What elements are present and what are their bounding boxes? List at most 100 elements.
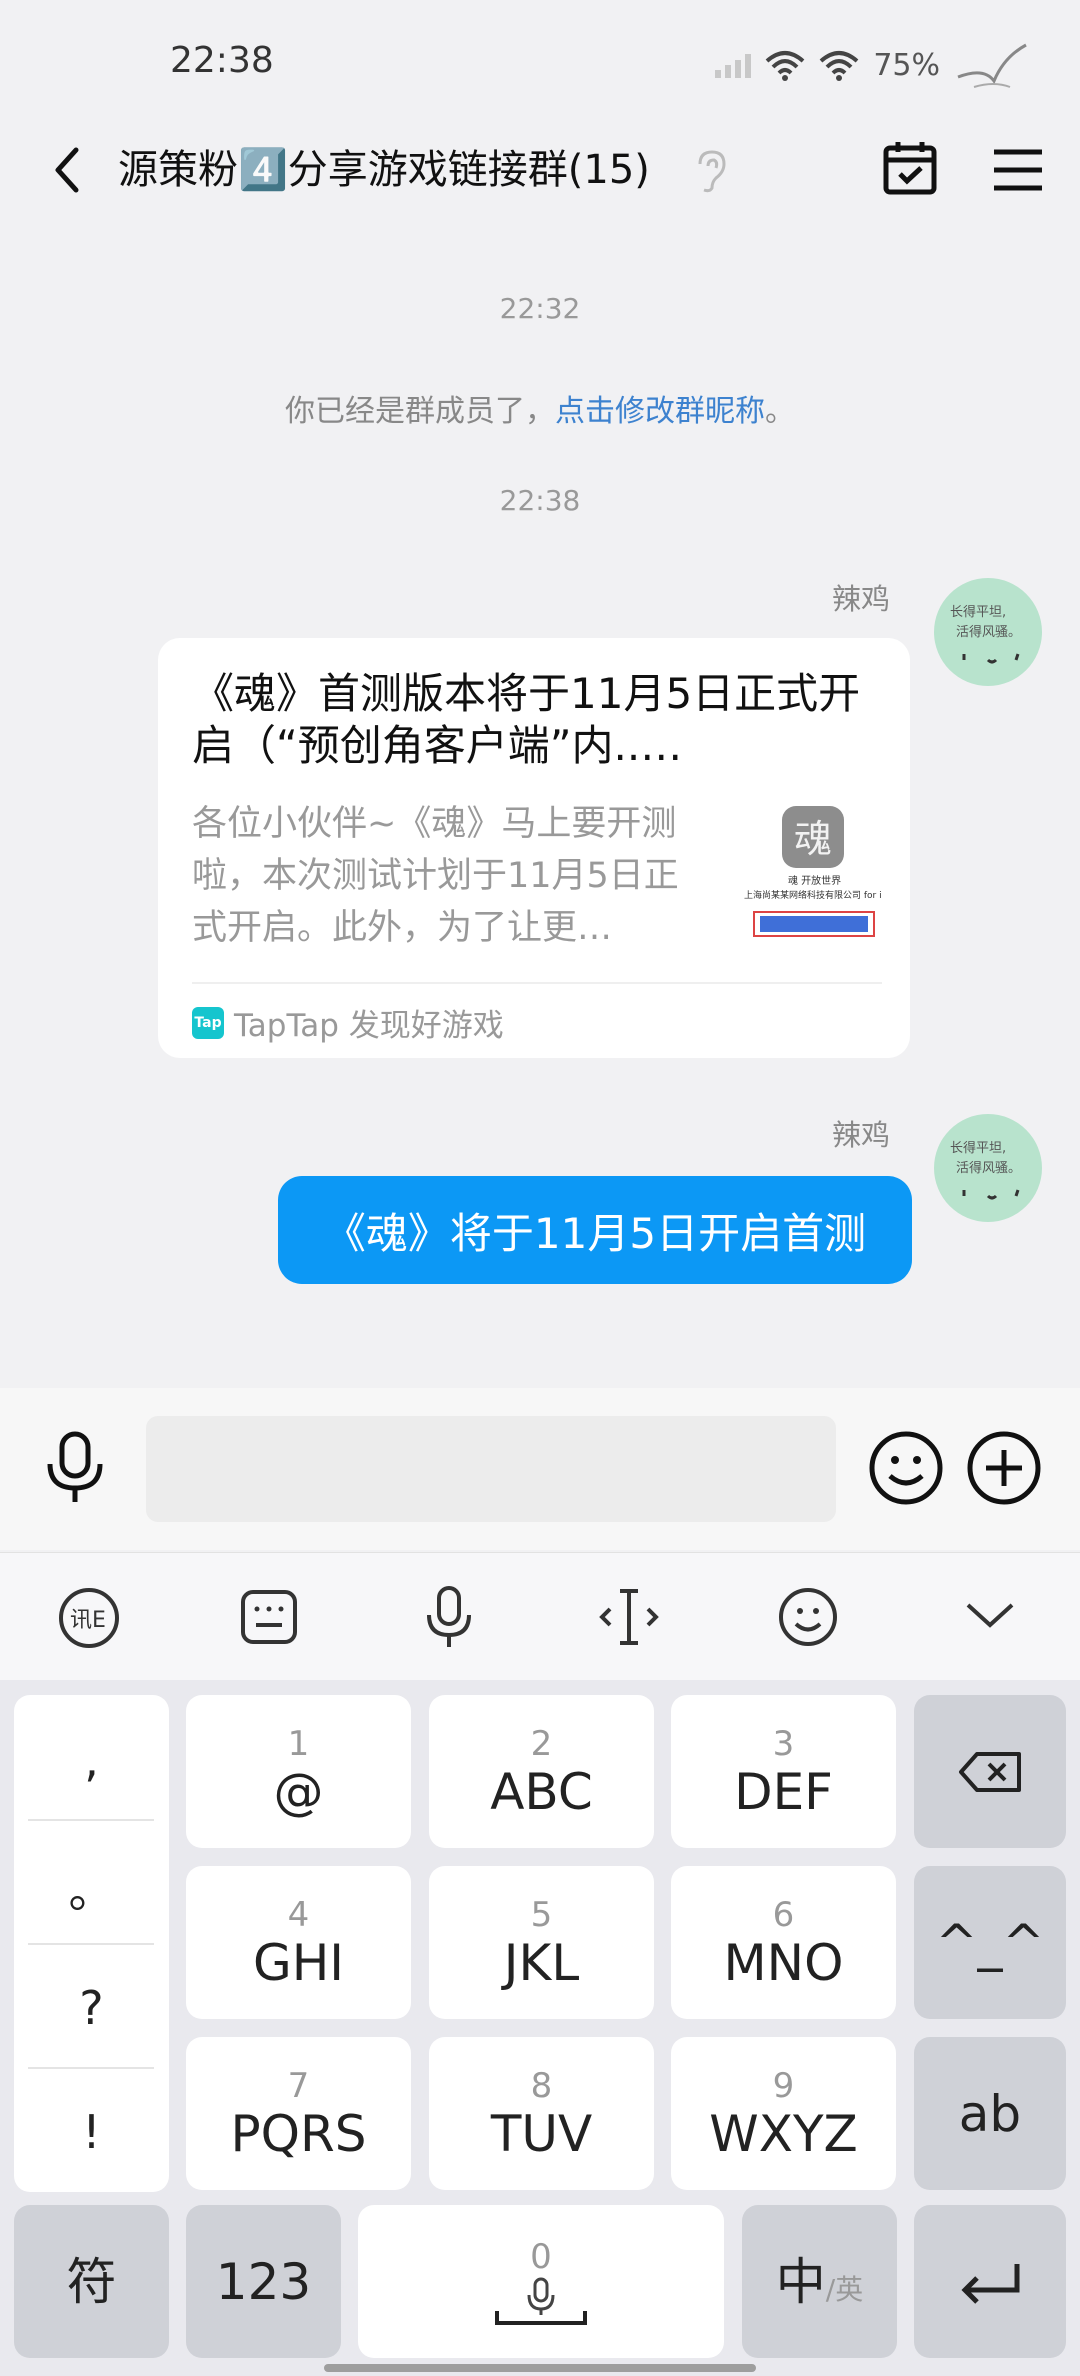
key-number: 1 bbox=[287, 1723, 310, 1764]
wifi-icon bbox=[765, 51, 805, 81]
emoticon-key[interactable]: ^_^ bbox=[914, 1866, 1066, 2019]
key-number: 2 bbox=[530, 1723, 553, 1764]
keyboard-icon[interactable] bbox=[240, 1589, 298, 1645]
key-number: 8 bbox=[530, 2065, 553, 2106]
punct-key[interactable]: ? bbox=[14, 1981, 169, 2035]
enter-key[interactable] bbox=[914, 2205, 1066, 2358]
microphone-icon[interactable] bbox=[44, 1430, 106, 1506]
emoji-icon[interactable] bbox=[778, 1587, 838, 1647]
punctuation-column[interactable]: , 。 ? ! bbox=[14, 1695, 169, 2192]
avatar[interactable]: 长得平坦, 活得风骚。 bbox=[934, 578, 1042, 686]
system-message-text: 你已经是群成员了， bbox=[285, 394, 555, 429]
svg-text:魂: 魂 bbox=[794, 817, 832, 861]
status-time: 22:38 bbox=[170, 40, 274, 81]
card-description: 各位小伙伴~《魂》马上要开测啦，本次测试计划于11月5日正式开启。此外，为了让更… bbox=[192, 804, 679, 948]
home-indicator[interactable] bbox=[324, 2364, 756, 2372]
seagull-icon bbox=[957, 43, 1027, 88]
avatar[interactable]: 长得平坦, 活得风骚。 bbox=[934, 1114, 1042, 1222]
key-label: MNO bbox=[723, 1933, 844, 1992]
card-divider bbox=[192, 982, 882, 984]
link-card[interactable]: 《魂》首测版本将于11月5日正式开启（“预创角客户端”内..… 各位小伙伴~《魂… bbox=[158, 638, 910, 1058]
key-3[interactable]: 3 DEF bbox=[671, 1695, 896, 1848]
plus-circle-icon[interactable] bbox=[966, 1430, 1042, 1506]
message-bubble[interactable]: 《魂》将于11月5日开启首测 bbox=[278, 1176, 912, 1284]
key-label: WXYZ bbox=[709, 2104, 858, 2163]
key-sublabel: /英 bbox=[825, 2272, 864, 2306]
key-number: 6 bbox=[772, 1894, 795, 1935]
space-key[interactable]: 0 bbox=[358, 2205, 724, 2358]
timestamp: 22:38 bbox=[499, 484, 581, 517]
avatar-text: 长得平坦, bbox=[950, 604, 1006, 620]
key-number: 5 bbox=[530, 1894, 553, 1935]
key-label: JKL bbox=[503, 1933, 580, 1992]
ime-logo-icon[interactable]: 讯E bbox=[58, 1587, 120, 1649]
timestamp: 22:32 bbox=[499, 292, 581, 325]
divider bbox=[28, 2067, 154, 2069]
ear-icon[interactable] bbox=[692, 148, 732, 194]
sender-name: 辣鸡 bbox=[831, 582, 890, 616]
status-icons: 75% bbox=[715, 40, 1030, 90]
space-mic-icon bbox=[495, 2277, 587, 2325]
avatar-text: 长得平坦, bbox=[950, 1140, 1006, 1156]
key-label: ABC bbox=[490, 1762, 593, 1821]
avatar-text: 活得风骚。 bbox=[956, 624, 1021, 640]
message-input[interactable] bbox=[146, 1416, 836, 1522]
key-9[interactable]: 9 WXYZ bbox=[671, 2037, 896, 2190]
backspace-key[interactable] bbox=[914, 1695, 1066, 1848]
language-key[interactable]: 中/英 bbox=[742, 2205, 897, 2358]
cell-signal-icon bbox=[715, 52, 752, 78]
key-label: ^_^ bbox=[935, 1913, 1045, 1972]
keyboard-toolbar: 讯E bbox=[0, 1552, 1080, 1681]
key-label: 123 bbox=[215, 2252, 312, 2311]
key-label: TUV bbox=[490, 2104, 593, 2163]
key-label: ab bbox=[958, 2084, 1022, 2143]
thumb-caption: 魂 开放世界 bbox=[788, 874, 841, 887]
thumb-caption: 上海尚某某网络科技有限公司 for ii bbox=[744, 889, 882, 901]
key-number: 9 bbox=[772, 2065, 795, 2106]
card-thumbnail: 魂 魂 开放世界 上海尚某某网络科技有限公司 for ii bbox=[742, 800, 884, 940]
emoji-icon[interactable] bbox=[868, 1430, 944, 1506]
card-source: Tap TapTap 发现好游戏 bbox=[192, 1000, 504, 1045]
punct-key[interactable]: 。 bbox=[14, 1855, 169, 1921]
enter-arrow-icon bbox=[961, 2263, 1020, 2304]
key-4[interactable]: 4 GHI bbox=[186, 1866, 411, 2019]
punct-key[interactable]: ! bbox=[14, 2105, 169, 2159]
punct-key[interactable]: , bbox=[14, 1733, 169, 1787]
battery-percent: 75% bbox=[873, 47, 940, 83]
key-number: 0 bbox=[530, 2236, 552, 2277]
key-label: 符 bbox=[66, 2252, 117, 2311]
edit-nickname-link[interactable]: 点击修改群昵称 bbox=[555, 394, 765, 429]
divider bbox=[28, 1819, 154, 1821]
numbers-key[interactable]: 123 bbox=[186, 2205, 341, 2358]
group-title[interactable]: 源策粉4️⃣分享游戏链接群(15) bbox=[118, 140, 650, 200]
key-label: 中 bbox=[775, 2252, 826, 2311]
key-1[interactable]: 1 @ bbox=[186, 1695, 411, 1848]
system-message: 你已经是群成员了，点击修改群昵称。 bbox=[0, 386, 1080, 430]
key-8[interactable]: 8 TUV bbox=[429, 2037, 654, 2190]
key-number: 4 bbox=[287, 1894, 310, 1935]
calendar-check-icon[interactable] bbox=[880, 138, 940, 198]
key-5[interactable]: 5 JKL bbox=[429, 1866, 654, 2019]
wifi-icon bbox=[819, 51, 859, 81]
key-6[interactable]: 6 MNO bbox=[671, 1866, 896, 2019]
ab-key[interactable]: ab bbox=[914, 2037, 1066, 2190]
key-2[interactable]: 2 ABC bbox=[429, 1695, 654, 1848]
card-source-label: TapTap 发现好游戏 bbox=[234, 1008, 504, 1044]
chat-header: 源策粉4️⃣分享游戏链接群(15) bbox=[0, 120, 1080, 220]
chevron-down-icon[interactable] bbox=[964, 1597, 1016, 1633]
voice-input-icon[interactable] bbox=[424, 1585, 474, 1649]
taptap-logo-icon: Tap bbox=[192, 1006, 224, 1039]
key-label: DEF bbox=[734, 1762, 833, 1821]
symbols-key[interactable]: 符 bbox=[14, 2205, 169, 2358]
system-message-end: 。 bbox=[765, 394, 795, 429]
key-7[interactable]: 7 PQRS bbox=[186, 2037, 411, 2190]
menu-icon[interactable] bbox=[990, 142, 1046, 198]
cursor-move-icon[interactable] bbox=[598, 1585, 660, 1649]
key-label: PQRS bbox=[230, 2104, 367, 2163]
divider bbox=[28, 1943, 154, 1945]
t9-keyboard: , 。 ? ! 1 @ 2 ABC 3 DEF 4 GHI 5 JKL 6 MNO ^_^ … bbox=[0, 1680, 1080, 2376]
input-bar bbox=[0, 1388, 1080, 1550]
back-arrow-icon[interactable] bbox=[40, 140, 100, 200]
key-label: @ bbox=[273, 1762, 324, 1821]
key-label: GHI bbox=[252, 1933, 345, 1992]
